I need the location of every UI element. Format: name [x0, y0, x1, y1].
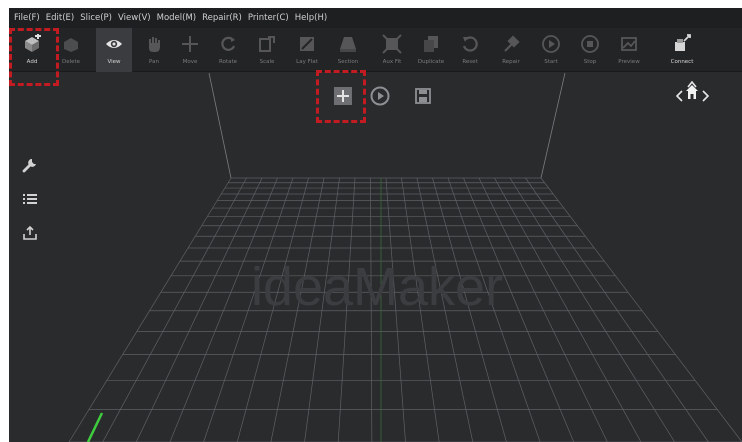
- highlight-add-object: [316, 70, 366, 123]
- duplicate-button[interactable]: Duplicate: [413, 28, 449, 72]
- autofit-button[interactable]: Aux Fit: [374, 28, 410, 72]
- back-edge-left: [208, 73, 232, 179]
- connect-label: Connect: [670, 59, 694, 65]
- stop-circle-icon: [579, 33, 601, 55]
- duplicate-icon: [420, 33, 442, 55]
- menu-help[interactable]: Help(H): [292, 13, 330, 23]
- delete-label: Delete: [61, 59, 81, 65]
- repair-button[interactable]: Repair: [493, 28, 529, 72]
- eye-icon: [103, 33, 125, 55]
- grid-line-depth: [540, 177, 742, 442]
- scale-label: Scale: [259, 59, 275, 65]
- duplicate-label: Duplicate: [417, 59, 445, 65]
- highlight-add-button: [9, 28, 59, 86]
- save-icon: [414, 87, 432, 109]
- app-window: File(F) Edit(E) Slice(P) View(V) Model(M…: [9, 8, 742, 442]
- chevron-left-icon[interactable]: [675, 87, 683, 106]
- autofit-label: Aux Fit: [382, 59, 402, 65]
- save-button[interactable]: [412, 87, 434, 109]
- build-volume-scene: ideaMaker: [68, 73, 742, 442]
- section-button[interactable]: Section: [330, 28, 366, 72]
- y-axis-indicator: [86, 412, 104, 442]
- home-icon[interactable]: [685, 84, 699, 104]
- export-button[interactable]: [20, 225, 40, 245]
- layflat-button[interactable]: Lay Flat: [289, 28, 325, 72]
- reset-label: Reset: [462, 59, 478, 65]
- view-navigator: [675, 73, 710, 115]
- menu-file[interactable]: File(F): [11, 13, 43, 23]
- grid-line-depth: [102, 177, 247, 442]
- start-label: Start: [544, 59, 558, 65]
- grid-line-depth: [494, 177, 642, 442]
- layflat-icon: [296, 33, 318, 55]
- preview-button[interactable]: Preview: [611, 28, 647, 72]
- preview-label: Preview: [618, 59, 640, 65]
- wrench-icon: [22, 157, 38, 177]
- watermark-text: ideaMaker: [251, 257, 503, 317]
- hand-icon: [143, 33, 165, 55]
- grid-line-depth: [135, 177, 263, 442]
- connect-button[interactable]: Connect: [664, 28, 700, 72]
- scale-icon: [256, 33, 278, 55]
- settings-button[interactable]: [20, 157, 40, 177]
- rotate-button[interactable]: Rotate: [210, 28, 246, 72]
- menu-printer[interactable]: Printer(C): [245, 13, 292, 23]
- move-label: Move: [182, 59, 198, 65]
- object-list-button[interactable]: [20, 191, 40, 211]
- printer-connect-icon: [671, 33, 693, 55]
- grid-line-depth: [509, 177, 675, 442]
- toolbar: Add Delete View Pan Move Rotate Scale La…: [9, 28, 742, 72]
- autofit-icon: [381, 33, 403, 55]
- repair-icon: [500, 33, 522, 55]
- chevron-right-icon[interactable]: [702, 87, 710, 106]
- play-circle-icon: [540, 33, 562, 55]
- upload-icon: [22, 225, 38, 245]
- grid-line-depth: [68, 177, 232, 442]
- rotate-icon: [217, 33, 239, 55]
- rotate-label: Rotate: [218, 59, 237, 65]
- play-button[interactable]: [369, 86, 391, 110]
- menu-slice[interactable]: Slice(P): [77, 13, 115, 23]
- play-icon: [370, 86, 390, 110]
- menu-edit[interactable]: Edit(E): [43, 13, 77, 23]
- repair-label: Repair: [502, 59, 520, 65]
- 3d-viewport[interactable]: ideaMaker: [9, 70, 742, 442]
- move-icon: [179, 33, 201, 55]
- view-button[interactable]: View: [96, 28, 132, 72]
- start-button[interactable]: Start: [533, 28, 569, 72]
- stop-label: Stop: [583, 59, 597, 65]
- menu-repair[interactable]: Repair(R): [199, 13, 245, 23]
- delete-icon: [60, 33, 82, 55]
- back-edge-right: [540, 73, 566, 179]
- move-button[interactable]: Move: [172, 28, 208, 72]
- undo-icon: [459, 33, 481, 55]
- menu-bar: File(F) Edit(E) Slice(P) View(V) Model(M…: [9, 8, 742, 28]
- list-icon: [22, 191, 38, 211]
- layflat-label: Lay Flat: [296, 59, 318, 65]
- view-label: View: [107, 59, 121, 65]
- grid-line-depth: [525, 177, 709, 442]
- pan-label: Pan: [149, 59, 159, 65]
- pan-button[interactable]: Pan: [136, 28, 172, 72]
- menu-model[interactable]: Model(M): [154, 13, 200, 23]
- section-icon: [337, 33, 359, 55]
- scale-button[interactable]: Scale: [249, 28, 285, 72]
- preview-icon: [618, 33, 640, 55]
- reset-button[interactable]: Reset: [452, 28, 488, 72]
- section-label: Section: [337, 59, 359, 65]
- menu-view[interactable]: View(V): [115, 13, 154, 23]
- stop-button[interactable]: Stop: [572, 28, 608, 72]
